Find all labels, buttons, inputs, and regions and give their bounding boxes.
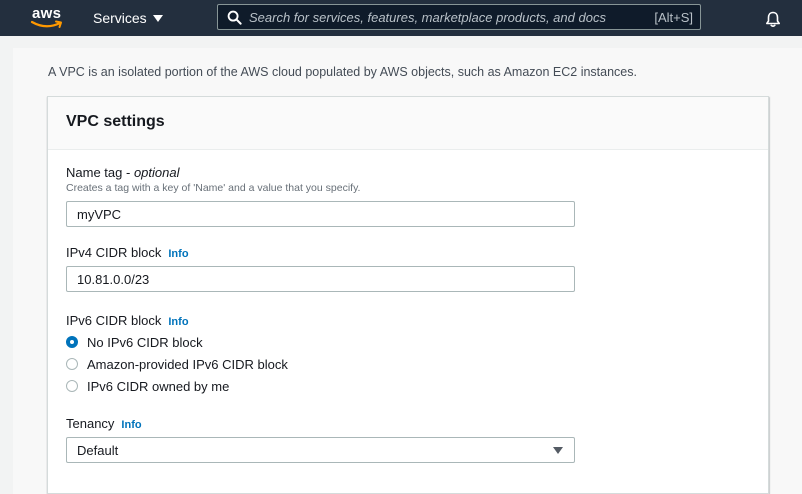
radio-unselected-icon[interactable]	[66, 380, 78, 392]
ipv6-option-label: IPv6 CIDR owned by me	[87, 378, 230, 394]
ipv6-option-owned-by-me[interactable]: IPv6 CIDR owned by me	[66, 375, 288, 397]
ipv6-option-label: No IPv6 CIDR block	[87, 334, 203, 350]
content-area: A VPC is an isolated portion of the AWS …	[13, 48, 802, 494]
ipv4-cidr-input[interactable]	[66, 266, 575, 292]
ipv6-option-label: Amazon-provided IPv6 CIDR block	[87, 356, 288, 372]
search-shortcut-hint: [Alt+S]	[654, 10, 693, 25]
tenancy-select[interactable]: Default	[66, 437, 575, 463]
notifications-bell-icon[interactable]	[764, 10, 782, 28]
ipv4-info-link[interactable]: Info	[168, 248, 188, 260]
search-input[interactable]	[249, 5, 649, 29]
ipv6-option-none[interactable]: No IPv6 CIDR block	[66, 331, 288, 353]
radio-selected-icon[interactable]	[66, 336, 78, 348]
ipv4-cidr-label: IPv4 CIDR block Info	[66, 245, 575, 260]
vpc-settings-panel: VPC settings Name tag - optional Creates…	[47, 96, 769, 494]
name-tag-field: Name tag - optional Creates a tag with a…	[66, 165, 575, 227]
ipv6-cidr-field: IPv6 CIDR block Info No IPv6 CIDR block …	[66, 313, 288, 397]
caret-down-icon	[152, 15, 163, 22]
services-menu-button[interactable]: Services	[93, 9, 163, 27]
name-tag-description: Creates a tag with a key of 'Name' and a…	[66, 182, 361, 194]
search-icon	[227, 10, 242, 25]
tenancy-info-link[interactable]: Info	[121, 419, 141, 431]
name-tag-label-text: Name tag	[66, 165, 123, 180]
ipv6-info-link[interactable]: Info	[168, 316, 188, 328]
top-navigation-bar: aws Services [Alt+S]	[0, 0, 802, 36]
caret-down-icon	[553, 447, 563, 454]
aws-logo[interactable]: aws	[27, 3, 67, 33]
ipv6-option-amazon-provided[interactable]: Amazon-provided IPv6 CIDR block	[66, 353, 288, 375]
name-tag-input[interactable]	[66, 201, 575, 227]
aws-smile-icon	[30, 20, 62, 28]
radio-unselected-icon[interactable]	[66, 358, 78, 370]
ipv6-cidr-label-text: IPv6 CIDR block	[66, 313, 162, 328]
panel-header: VPC settings	[48, 97, 768, 150]
tenancy-label-text: Tenancy	[66, 416, 115, 431]
optional-marker: optional	[133, 165, 180, 180]
tenancy-selected-value: Default	[77, 443, 119, 458]
name-tag-label: Name tag - optional	[66, 165, 180, 180]
search-box[interactable]: [Alt+S]	[217, 4, 701, 30]
panel-title: VPC settings	[66, 113, 165, 130]
ipv6-cidr-label: IPv6 CIDR block Info	[66, 313, 288, 328]
tenancy-field: Tenancy Info Default	[66, 416, 575, 463]
ipv6-radio-group: No IPv6 CIDR block Amazon-provided IPv6 …	[66, 331, 288, 397]
services-label: Services	[93, 10, 147, 26]
vpc-description: A VPC is an isolated portion of the AWS …	[48, 65, 637, 79]
ipv4-cidr-field: IPv4 CIDR block Info	[66, 245, 575, 292]
tenancy-label: Tenancy Info	[66, 416, 575, 431]
ipv4-cidr-label-text: IPv4 CIDR block	[66, 245, 162, 260]
